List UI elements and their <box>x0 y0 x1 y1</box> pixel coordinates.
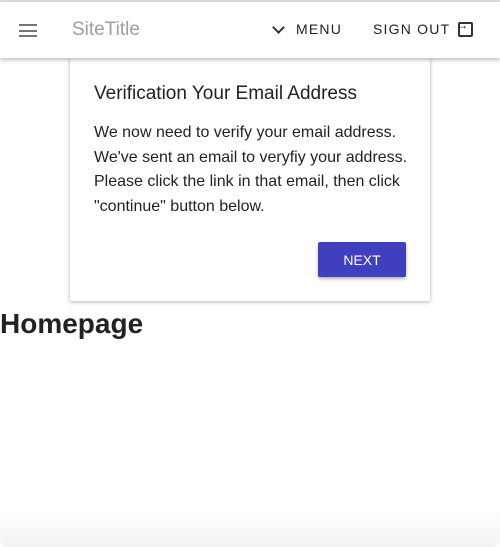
menu-button[interactable]: MENU <box>272 20 343 37</box>
dialog-body: We now need to verify your email address… <box>94 124 408 215</box>
app-bar: SiteTitle MENU SIGN OUT <box>0 2 500 58</box>
exit-icon <box>456 18 474 37</box>
hamburger-menu-icon[interactable] <box>19 24 37 37</box>
chevron-down-icon <box>272 20 285 34</box>
next-button[interactable]: NEXT <box>318 242 406 277</box>
menu-label: MENU <box>296 21 343 37</box>
window-bottom-edge <box>0 510 500 547</box>
page-title: Homepage <box>0 308 144 339</box>
verification-dialog: Verification Your Email Address We now n… <box>70 57 430 301</box>
dialog-title: Verification Your Email Address <box>94 83 357 104</box>
site-title[interactable]: SiteTitle <box>72 19 140 41</box>
sign-out-button[interactable]: SIGN OUT <box>373 18 474 37</box>
sign-out-label: SIGN OUT <box>373 21 451 37</box>
